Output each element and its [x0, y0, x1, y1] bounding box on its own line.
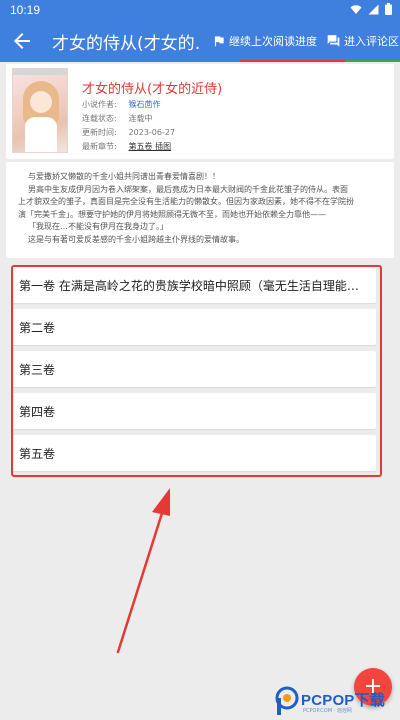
watermark-text-cn: 下载 [354, 692, 385, 709]
signal-icon [368, 4, 379, 14]
flag-icon [214, 36, 224, 47]
meta-value: 2023-06-27 [128, 128, 176, 137]
back-arrow-icon[interactable] [10, 29, 34, 53]
annotation-highlight-box [11, 265, 382, 477]
page-title: 才女的侍从(才女的… [52, 34, 202, 54]
meta-key: 最新章节: [82, 142, 117, 151]
comment-icon [327, 35, 340, 47]
book-meta-list: 小说作者: 猴石茴作 连载状态: 连载中 更新时间: 2023-06-27 最新… [82, 98, 382, 154]
meta-key: 小说作者: [82, 100, 117, 109]
status-icons [350, 3, 392, 15]
author-link[interactable]: 猴石茴作 [129, 100, 161, 109]
latest-chapter-link[interactable]: 第五卷 插图 [129, 142, 172, 151]
comments-label: 进入评论区 [344, 35, 399, 48]
status-time: 10:19 [10, 3, 41, 17]
meta-status: 连载状态: 连载中 [82, 112, 382, 126]
wifi-icon [350, 4, 362, 14]
description-line: 与爱撒娇又懒散的千金小姐共同谱出青春爱情喜剧！！ [28, 172, 220, 181]
battery-icon [385, 3, 392, 15]
description-line: 这是与有著可爱反差感的千金小姐跨越主仆界线的爱情故事。 [28, 234, 244, 244]
watermark-logo: PCPOP下载 PCPOP.COM · 泡泡网 [275, 682, 400, 720]
description-line: 上才貌双全的雏子，真面目是完全没有生活能力的懒散女。但因为家政因素，她不得不在学… [18, 197, 354, 206]
comments-button[interactable]: 进入评论区 [326, 33, 399, 49]
description-line: 演「完美千金」。想要守护她的伊月将她照顾得无微不至，而她也开始依赖全力靠他—— [18, 209, 326, 219]
meta-author: 小说作者: 猴石茴作 [82, 98, 382, 112]
accent-strip [0, 60, 400, 62]
meta-key: 连载状态: [82, 114, 117, 123]
watermark-subtext: PCPOP.COM · 泡泡网 [303, 708, 352, 714]
continue-reading-label: 继续上次阅读进度 [229, 35, 317, 48]
description-line: 男高中生友成伊月因为卷入绑架案，最后竟成为日本最大财阀的千金此花雏子的侍从。表面 [28, 184, 348, 194]
watermark-p-icon [275, 686, 299, 715]
meta-update-time: 更新时间: 2023-06-27 [82, 126, 382, 140]
book-info-card: 才女的侍从(才女的近侍) 小说作者: 猴石茴作 连载状态: 连载中 更新时间: … [6, 64, 394, 159]
status-bar: 10:19 [0, 0, 400, 20]
meta-latest-chapter: 最新章节: 第五卷 插图 [82, 140, 382, 154]
meta-value: 连载中 [128, 114, 153, 123]
continue-reading-button[interactable]: 继续上次阅读进度 [212, 33, 317, 49]
book-title: 才女的侍从(才女的近侍) [82, 82, 223, 97]
description-card: 与爱撒娇又懒散的千金小姐共同谱出青春爱情喜剧！！ 男高中生友成伊月因为卷入绑架案… [6, 162, 394, 258]
description-line: 「我现在…不能没有伊月在我身边了。」 [28, 222, 168, 231]
book-cover-image[interactable] [12, 68, 68, 153]
app-bar: 才女的侍从(才女的… 继续上次阅读进度 进入评论区 [0, 20, 400, 62]
meta-key: 更新时间: [82, 128, 117, 137]
